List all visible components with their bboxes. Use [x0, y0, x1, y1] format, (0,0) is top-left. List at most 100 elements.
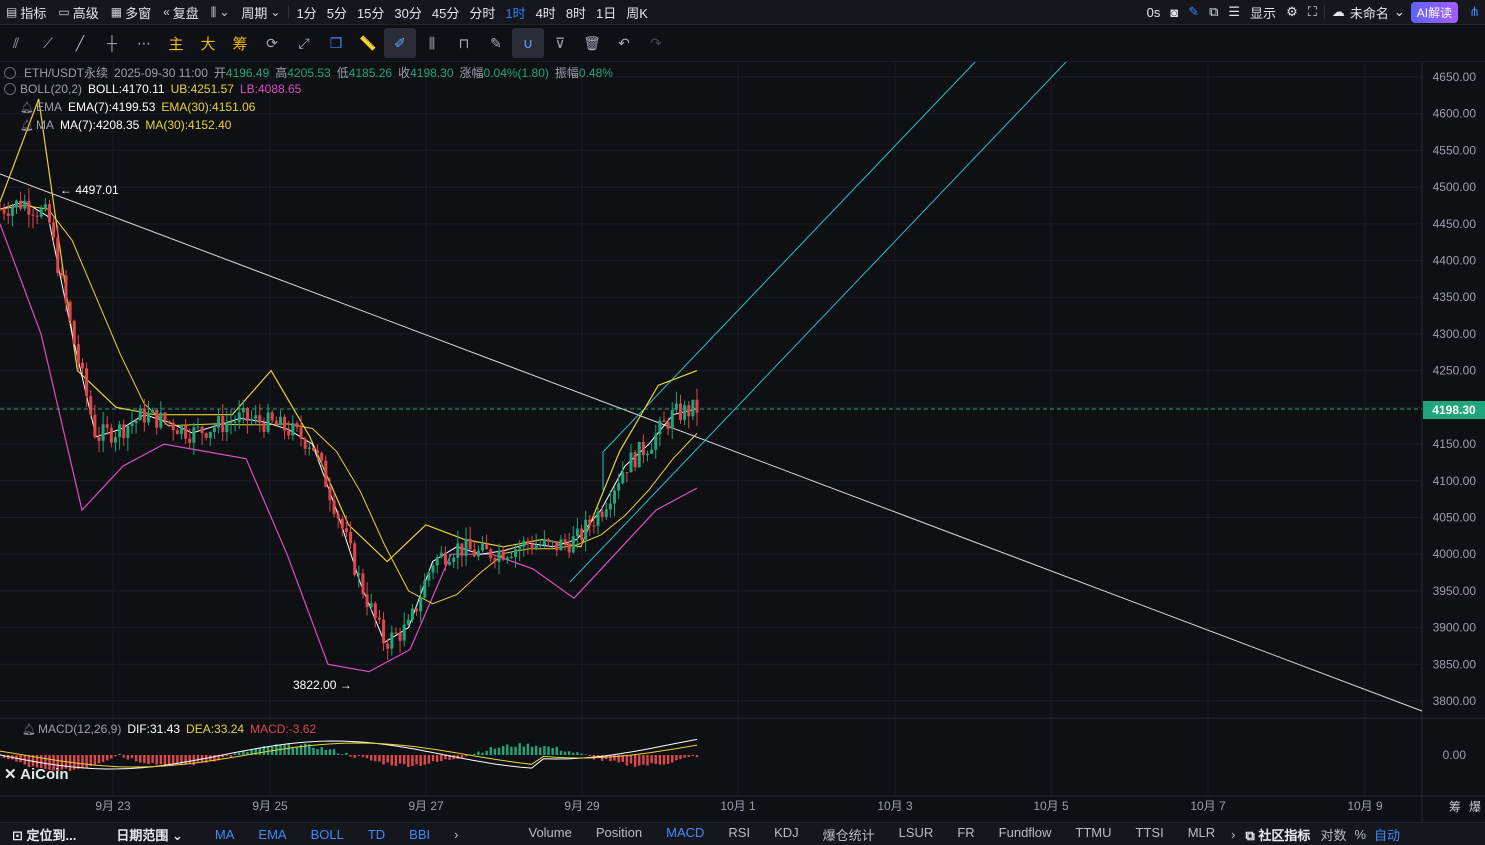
indicator-tab[interactable]: KDJ — [762, 825, 811, 844]
current-price-tag: 4198.30 — [1423, 401, 1485, 419]
indicator-tab[interactable]: TTSI — [1124, 825, 1176, 844]
trend-line-icon[interactable]: ⟋ — [32, 28, 64, 58]
indicators-button[interactable]: ▤指标 — [0, 0, 52, 24]
macd-bar — [436, 755, 438, 762]
collapse-icon[interactable] — [4, 83, 16, 95]
more-tools-icon[interactable]: ⋯ — [128, 28, 160, 58]
replay-button[interactable]: «复盘 — [157, 0, 205, 24]
pen-tool-icon[interactable]: ✐ — [384, 28, 416, 58]
share-icon[interactable]: ⋔ — [1464, 4, 1485, 20]
candles-icon[interactable]: ⫼ — [416, 28, 448, 58]
ray-line-icon[interactable]: ╱ — [64, 28, 96, 58]
layout-name-dropdown[interactable]: 未命名 — [1350, 3, 1394, 22]
ema-legend: 🔔︎ EMA EMA(7):4199.53 EMA(30):4151.06 — [0, 100, 255, 114]
interval-tab[interactable]: 周K — [621, 3, 653, 22]
copy-icon[interactable]: ❐ — [320, 28, 352, 58]
indicator-tab[interactable]: TTMU — [1063, 825, 1123, 844]
refresh-icon[interactable]: ⟳ — [256, 28, 288, 58]
close-value: 4198.30 — [410, 66, 453, 80]
indicator-tab[interactable]: EMA — [246, 827, 298, 842]
locate-button[interactable]: ⊡ 定位到... — [0, 825, 88, 844]
chevron-right-icon[interactable]: › — [442, 827, 470, 842]
bell-icon[interactable]: 🔔︎ — [22, 723, 36, 736]
display-button[interactable]: 显示 — [1245, 3, 1281, 22]
macd-bar — [386, 755, 388, 763]
community-indicators-button[interactable]: ⧉ 社区指标 — [1240, 825, 1317, 844]
settings-icon[interactable]: ⚙ — [1281, 4, 1303, 20]
period-dropdown[interactable]: 周期⌄ — [235, 0, 286, 24]
chips-axis-label[interactable]: 筹 — [1449, 798, 1461, 815]
camera-icon[interactable]: ◙ — [1165, 5, 1183, 20]
indicator-tab[interactable]: Fundflow — [987, 825, 1064, 844]
chips-toggle[interactable]: 筹 — [224, 28, 256, 58]
list-icon[interactable]: ☰ — [1223, 4, 1245, 20]
indicator-tab[interactable]: Position — [584, 825, 654, 844]
candle-body — [221, 416, 224, 432]
liquidation-axis-label[interactable]: 爆 — [1469, 798, 1481, 815]
indicator-tab[interactable]: BBI — [397, 827, 442, 842]
price-chart[interactable]: 4650.004600.004550.004500.004450.004400.… — [0, 62, 1485, 822]
indicator-tab[interactable]: FR — [945, 825, 986, 844]
filter-icon[interactable]: ⊽ — [544, 28, 576, 58]
interval-tab[interactable]: 4时 — [531, 3, 561, 22]
interval-tab[interactable]: 8时 — [561, 3, 591, 22]
amp-value: 0.48% — [579, 66, 613, 80]
date-range-dropdown[interactable]: 日期范围 ⌄ — [104, 825, 195, 844]
interval-tab[interactable]: 15分 — [352, 3, 389, 22]
lock-icon[interactable]: ⊓ — [448, 28, 480, 58]
macd-bar — [675, 755, 677, 760]
window-icon: ▭ — [58, 5, 69, 19]
fullscreen-icon[interactable]: ⛶ — [1303, 4, 1322, 20]
chevron-right-icon[interactable]: › — [1227, 827, 1239, 842]
interval-tab[interactable]: 30分 — [389, 3, 426, 22]
horizontal-line-icon[interactable]: ┼ — [96, 28, 128, 58]
big-order-toggle[interactable]: 大 — [192, 28, 224, 58]
candle-body — [147, 412, 150, 422]
magnet-icon[interactable]: ∪ — [512, 28, 544, 58]
percent-scale-toggle[interactable]: % — [1350, 827, 1370, 842]
advanced-button[interactable]: ▭高级 — [52, 0, 104, 24]
indicator-tab[interactable]: MACD — [654, 825, 716, 844]
indicator-tab[interactable]: Volume — [516, 825, 583, 844]
interval-tab[interactable]: 45分 — [427, 3, 464, 22]
edit-box-icon[interactable]: ✎ — [480, 28, 512, 58]
macd-bar — [139, 755, 141, 763]
share-screen-icon[interactable]: ⧉ — [1204, 4, 1223, 20]
interval-tab[interactable]: 1时 — [500, 3, 530, 22]
redo-icon[interactable]: ↷ — [640, 28, 672, 58]
multi-window-button[interactable]: ▦多窗 — [105, 0, 157, 24]
candle-body — [588, 520, 591, 526]
chart-type-button[interactable]: ⫼⌄ — [205, 0, 236, 24]
chevron-down-icon: ⌄ — [1394, 4, 1405, 20]
ai-interpret-button[interactable]: AI解读 — [1411, 2, 1458, 23]
indicator-tab[interactable]: LSUR — [887, 825, 946, 844]
auto-scale-toggle[interactable]: 自动 — [1370, 825, 1404, 844]
multi-line-tool-icon[interactable]: ⫽ — [0, 28, 32, 58]
measure-icon[interactable]: ⤢ — [288, 28, 320, 58]
indicator-tab[interactable]: MA — [203, 827, 247, 842]
indicator-tab[interactable]: MLR — [1176, 825, 1227, 844]
candle-body — [547, 539, 550, 541]
main-chart-toggle[interactable]: 主 — [160, 28, 192, 58]
indicator-tab[interactable]: 爆仓统计 — [811, 825, 887, 844]
undo-icon[interactable]: ↶ — [608, 28, 640, 58]
candle-body — [559, 539, 562, 550]
indicator-tab[interactable]: RSI — [716, 825, 762, 844]
trash-icon[interactable]: 🗑 — [576, 28, 608, 58]
macd-bar — [226, 755, 228, 756]
pencil-icon[interactable]: ✎ — [1183, 4, 1204, 20]
log-scale-toggle[interactable]: 对数 — [1316, 825, 1350, 844]
indicator-tab[interactable]: BOLL — [299, 827, 356, 842]
ruler-icon[interactable]: 📏 — [352, 28, 384, 58]
indicator-tab[interactable]: TD — [356, 827, 397, 842]
interval-tab[interactable]: 1日 — [591, 3, 621, 22]
low-price-label: 3822.00 → — [293, 678, 352, 692]
interval-tab[interactable]: 1分 — [291, 3, 321, 22]
bell-icon[interactable]: 🔔︎ — [20, 119, 34, 132]
candle-body — [234, 422, 237, 423]
interval-tab[interactable]: 5分 — [322, 3, 352, 22]
bell-icon[interactable]: 🔔︎ — [20, 101, 34, 114]
interval-tab[interactable]: 分时 — [464, 3, 500, 22]
collapse-icon[interactable] — [4, 67, 16, 79]
candle-body — [192, 427, 195, 442]
